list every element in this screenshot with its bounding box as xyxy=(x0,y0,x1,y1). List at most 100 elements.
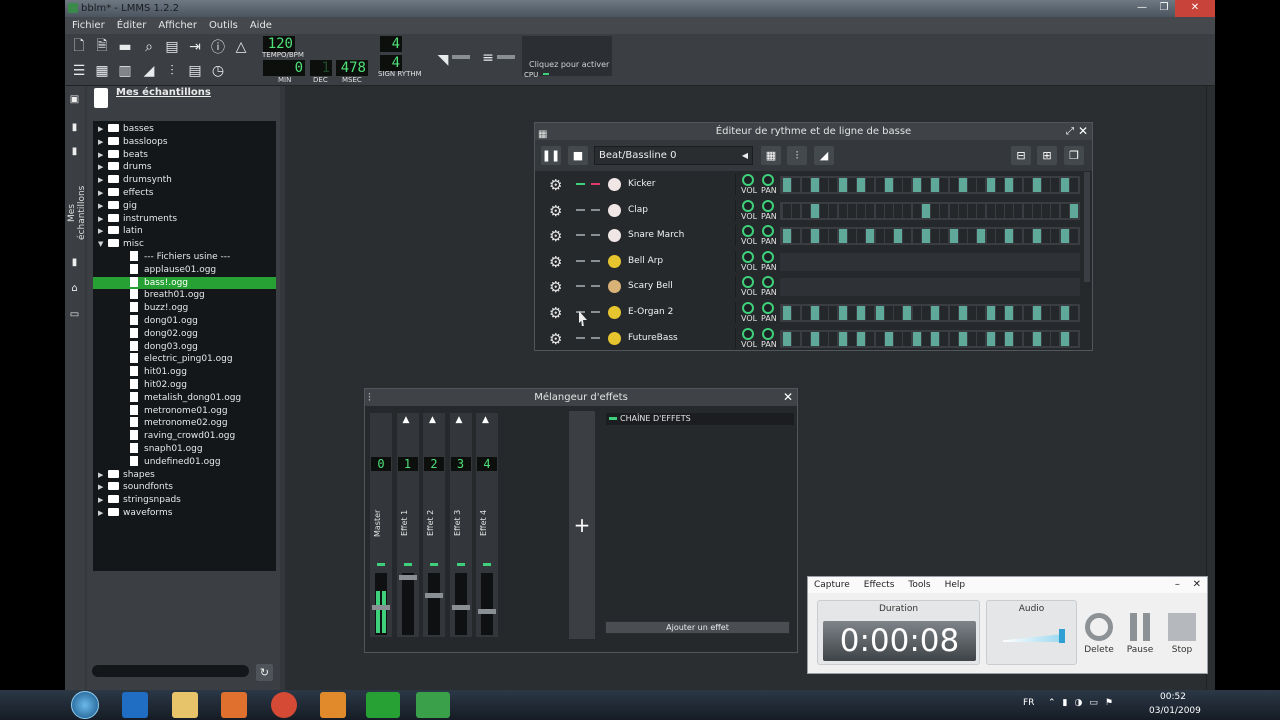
menu-aide[interactable]: Aide xyxy=(250,17,272,34)
remove-steps-button[interactable]: ⊟ xyxy=(1011,146,1031,165)
track-settings-gear-icon[interactable]: ⚙ xyxy=(549,202,562,220)
step-button[interactable] xyxy=(931,331,939,346)
step-button[interactable] xyxy=(884,178,893,192)
step-button[interactable] xyxy=(931,306,939,320)
step-button[interactable] xyxy=(1060,331,1069,346)
pan-knob[interactable] xyxy=(762,199,774,212)
step-button[interactable] xyxy=(958,178,967,192)
step-button[interactable] xyxy=(857,306,865,320)
stop-button[interactable]: ■ xyxy=(568,146,588,165)
track-name[interactable]: Snare March xyxy=(628,223,684,248)
step-button[interactable] xyxy=(1023,229,1032,244)
folder-item[interactable]: ▶ waveforms xyxy=(93,507,276,520)
track-name[interactable]: E-Organ 2 xyxy=(628,300,673,325)
step-button[interactable] xyxy=(940,178,949,192)
file-item[interactable]: applause01.ogg xyxy=(93,263,276,277)
mute-toggle[interactable] xyxy=(576,259,585,262)
step-button[interactable] xyxy=(792,203,801,218)
step-button[interactable] xyxy=(903,331,912,346)
master-channel[interactable]: 0 Master xyxy=(370,413,392,637)
folder-item[interactable]: ▶ drumsynth xyxy=(93,174,276,187)
mute-toggle[interactable] xyxy=(576,285,585,288)
step-button[interactable] xyxy=(1069,203,1078,218)
step-button[interactable] xyxy=(1051,203,1060,218)
step-button[interactable] xyxy=(857,229,865,244)
step-button[interactable] xyxy=(783,203,791,218)
stop-record-button[interactable]: Stop xyxy=(1162,613,1202,655)
step-button[interactable] xyxy=(792,229,801,244)
channel-active-led[interactable] xyxy=(456,563,465,566)
channel-fader[interactable] xyxy=(451,605,470,610)
recorder-menu-tools[interactable]: Tools xyxy=(908,577,930,593)
track-name[interactable]: Clap xyxy=(628,198,648,223)
step-button[interactable] xyxy=(884,203,893,218)
step-button[interactable] xyxy=(1051,229,1060,244)
step-button[interactable] xyxy=(1023,203,1032,218)
chevron-right-icon[interactable]: ▶ xyxy=(98,494,108,507)
solo-toggle[interactable] xyxy=(591,259,600,262)
step-button[interactable] xyxy=(1051,331,1060,346)
step-button[interactable] xyxy=(1032,331,1041,346)
internet-explorer-icon[interactable] xyxy=(122,692,148,718)
delete-button[interactable]: Delete xyxy=(1079,613,1119,655)
step-button[interactable] xyxy=(783,306,791,320)
step-button[interactable] xyxy=(940,203,949,218)
step-button[interactable] xyxy=(1005,229,1013,244)
file-item[interactable]: dong03.ogg xyxy=(93,340,276,354)
add-steps-button[interactable]: ⊞ xyxy=(1037,146,1057,165)
channel-fader[interactable] xyxy=(478,609,496,614)
pause-button[interactable]: Pause xyxy=(1120,613,1160,655)
open-project-icon[interactable]: ▬ xyxy=(115,37,135,57)
maximize-button[interactable]: ❐ xyxy=(1153,0,1175,17)
effect-chain-label[interactable]: CHAÎNE D'EFFETS xyxy=(606,413,794,425)
step-button[interactable] xyxy=(847,331,856,346)
menu-fichier[interactable]: Fichier xyxy=(72,17,105,34)
pan-knob[interactable] xyxy=(762,225,774,238)
step-button[interactable] xyxy=(1042,306,1050,320)
step-button[interactable] xyxy=(829,331,838,346)
file-explorer-icon[interactable] xyxy=(172,692,198,718)
menu-outils[interactable]: Outils xyxy=(209,17,238,34)
folder-item[interactable]: ▶ stringsnpads xyxy=(93,494,276,507)
save-icon[interactable]: ▤ xyxy=(162,37,182,57)
step-button[interactable] xyxy=(866,229,875,244)
audio-volume-slider[interactable] xyxy=(1059,629,1065,643)
step-button[interactable] xyxy=(1005,331,1013,346)
step-button[interactable] xyxy=(829,306,838,320)
step-button[interactable] xyxy=(894,331,902,346)
language-indicator[interactable]: FR xyxy=(1023,698,1034,708)
volume-knob[interactable] xyxy=(742,225,754,238)
mute-toggle[interactable] xyxy=(576,336,585,339)
step-button[interactable] xyxy=(921,203,930,218)
sidebar-tab-my-samples[interactable]: Mes échantillons xyxy=(67,178,87,248)
step-button[interactable] xyxy=(940,331,949,346)
folder-item[interactable]: ▶ basses xyxy=(93,123,276,136)
step-button[interactable] xyxy=(866,306,875,320)
recorder-menu-capture[interactable]: Capture xyxy=(814,577,850,593)
chrome-icon[interactable] xyxy=(271,692,297,718)
step-button[interactable] xyxy=(1051,306,1060,320)
chevron-right-icon[interactable]: ▶ xyxy=(98,174,108,187)
channel-active-led[interactable] xyxy=(403,563,412,566)
step-button[interactable] xyxy=(949,306,958,320)
pan-knob[interactable] xyxy=(762,302,774,314)
new-project-icon[interactable]: 🗋 xyxy=(69,37,89,57)
step-button[interactable] xyxy=(894,306,902,320)
step-button[interactable] xyxy=(838,229,847,244)
step-button[interactable] xyxy=(829,178,838,192)
move-channel-left-icon[interactable]: ▲ xyxy=(429,415,436,425)
step-button[interactable] xyxy=(847,229,856,244)
mixer-close-button[interactable]: ✕ xyxy=(783,389,793,406)
step-button[interactable] xyxy=(820,203,828,218)
step-button[interactable] xyxy=(1069,331,1078,346)
master-pitch-slider[interactable] xyxy=(497,55,515,59)
step-button[interactable] xyxy=(866,331,875,346)
step-button[interactable] xyxy=(949,331,958,346)
volume-knob[interactable] xyxy=(742,327,754,340)
step-button[interactable] xyxy=(875,203,884,218)
step-button[interactable] xyxy=(894,203,902,218)
mute-toggle[interactable] xyxy=(576,183,585,185)
step-button[interactable] xyxy=(958,203,967,218)
chevron-right-icon[interactable]: ▶ xyxy=(98,187,108,200)
step-button[interactable] xyxy=(977,331,986,346)
